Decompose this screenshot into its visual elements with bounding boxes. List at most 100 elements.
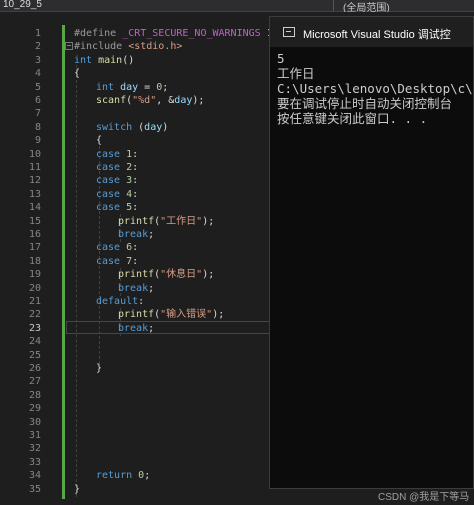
- code-line[interactable]: 18 case 7:: [0, 255, 270, 268]
- file-tab[interactable]: 10_29_5: [3, 0, 42, 10]
- code-line[interactable]: 2 #include <stdio.h>: [0, 40, 270, 53]
- line-number: 25: [28, 349, 41, 361]
- code-line[interactable]: 28: [0, 389, 270, 402]
- line-number: 8: [34, 121, 41, 133]
- code-line[interactable]: 19 printf("休息日");: [0, 268, 270, 281]
- code-line[interactable]: 22 printf("输入错误");: [0, 308, 270, 321]
- code-line[interactable]: 14 case 5:: [0, 201, 270, 214]
- code-line[interactable]: 1 #define _CRT_SECURE_NO_WARNINGS 1: [0, 27, 273, 40]
- line-number: 31: [28, 430, 41, 441]
- line-code: case 7:: [96, 255, 139, 267]
- line-number: 20: [28, 282, 41, 294]
- line-number: 27: [28, 376, 41, 388]
- code-line[interactable]: 25: [0, 349, 270, 362]
- line-number: 34: [28, 470, 41, 482]
- line-code: int main(): [74, 54, 135, 66]
- code-line[interactable]: 3 int main(): [0, 54, 270, 67]
- console-output-line: 要在调试停止时自动关闭控制台: [277, 96, 453, 111]
- line-number: 26: [28, 363, 41, 374]
- line-code: scanf("%d", &day);: [96, 95, 205, 106]
- code-line[interactable]: 24: [0, 335, 270, 348]
- line-code: int day = 0;: [96, 81, 169, 93]
- code-line[interactable]: 4{: [0, 67, 270, 80]
- line-code: case 3:: [96, 175, 139, 187]
- line-code: break;: [118, 282, 155, 294]
- code-line[interactable]: 5 int day = 0;: [0, 81, 270, 94]
- line-number: 21: [28, 296, 41, 307]
- line-number: 29: [28, 403, 41, 415]
- code-line[interactable]: 17 case 6:: [0, 241, 270, 254]
- code-line[interactable]: 15 printf("工作日");: [0, 215, 270, 228]
- line-code: printf("输入错误");: [118, 309, 225, 321]
- line-number: 24: [28, 336, 41, 348]
- line-number: 32: [28, 443, 41, 455]
- line-number: 6: [34, 95, 41, 106]
- line-number: 15: [28, 215, 41, 227]
- code-line[interactable]: 21 default:: [0, 295, 270, 308]
- line-code: }: [74, 483, 81, 495]
- code-line[interactable]: 35}: [0, 483, 270, 496]
- line-code: default:: [96, 296, 145, 307]
- code-line[interactable]: 32: [0, 442, 270, 455]
- line-code: switch (day): [96, 121, 169, 133]
- code-line[interactable]: 8 switch (day): [0, 121, 270, 134]
- watermark: CSDN @我是下等马: [378, 492, 470, 503]
- line-number: 33: [28, 456, 41, 468]
- console-output-line: C:\Users\lenovo\Desktop\c\te: [277, 81, 473, 96]
- code-line[interactable]: 33: [0, 456, 270, 469]
- code-line[interactable]: 16 break;: [0, 228, 270, 241]
- line-code: printf("工作日");: [118, 215, 215, 227]
- code-line[interactable]: 11 case 2:: [0, 161, 270, 174]
- debug-console-window[interactable]: Microsoft Visual Studio 调试控 5 工作日 C:\Users…: [269, 16, 474, 489]
- line-code: break;: [118, 322, 155, 334]
- line-number: 1: [34, 28, 41, 39]
- code-line[interactable]: 23 break;: [0, 322, 270, 335]
- console-title: Microsoft Visual Studio 调试控: [303, 29, 451, 41]
- line-code: case 2:: [96, 162, 139, 173]
- line-number: 22: [28, 309, 41, 321]
- code-line[interactable]: 34 return 0;: [0, 469, 270, 482]
- line-number: 28: [28, 389, 41, 401]
- console-app-icon: [283, 27, 295, 37]
- document-tab-bar: 10_29_5 (全局范围): [0, 0, 474, 14]
- code-line[interactable]: 26}: [0, 362, 270, 375]
- line-number: 9: [34, 135, 41, 147]
- line-number: 30: [28, 416, 41, 428]
- line-code: break;: [118, 229, 155, 240]
- code-line[interactable]: 27: [0, 375, 270, 388]
- code-line[interactable]: 12 case 3:: [0, 174, 270, 187]
- code-line[interactable]: 9{: [0, 134, 270, 147]
- line-code: case 1:: [96, 148, 139, 160]
- code-line[interactable]: 13 case 4:: [0, 188, 270, 201]
- line-code: {: [74, 68, 81, 80]
- line-number: 4: [34, 68, 41, 80]
- line-number: 10: [28, 148, 41, 160]
- console-output-line: 5: [277, 51, 285, 66]
- line-code: }: [96, 363, 103, 374]
- line-code: #include <stdio.h>: [74, 41, 183, 53]
- code-line[interactable]: 30: [0, 416, 270, 429]
- code-line[interactable]: 7: [0, 107, 270, 120]
- line-number: 5: [34, 81, 41, 93]
- line-code: case 4:: [96, 188, 139, 200]
- line-code: case 6:: [96, 242, 139, 254]
- console-title-bar[interactable]: Microsoft Visual Studio 调试控: [270, 17, 473, 47]
- line-code: printf("休息日");: [118, 269, 215, 281]
- line-number: 2: [34, 41, 41, 53]
- code-line[interactable]: 31: [0, 429, 270, 442]
- code-line[interactable]: 6 scanf("%d", &day);: [0, 94, 270, 107]
- line-number: 16: [28, 229, 41, 240]
- code-line[interactable]: 10 case 1:: [0, 148, 270, 161]
- line-number: 14: [28, 202, 41, 214]
- line-number: 23: [28, 322, 41, 334]
- line-number: 11: [28, 162, 41, 173]
- line-code: return 0;: [96, 470, 151, 482]
- code-line[interactable]: 20 break;: [0, 282, 270, 295]
- line-code: case 5:: [96, 202, 139, 214]
- line-number: 7: [34, 108, 41, 120]
- code-line[interactable]: 29: [0, 402, 270, 415]
- console-output-line: 按任意键关闭此窗口. . .: [277, 111, 428, 126]
- line-number: 18: [28, 255, 41, 267]
- line-number: 17: [28, 242, 41, 254]
- line-number: 3: [34, 54, 41, 66]
